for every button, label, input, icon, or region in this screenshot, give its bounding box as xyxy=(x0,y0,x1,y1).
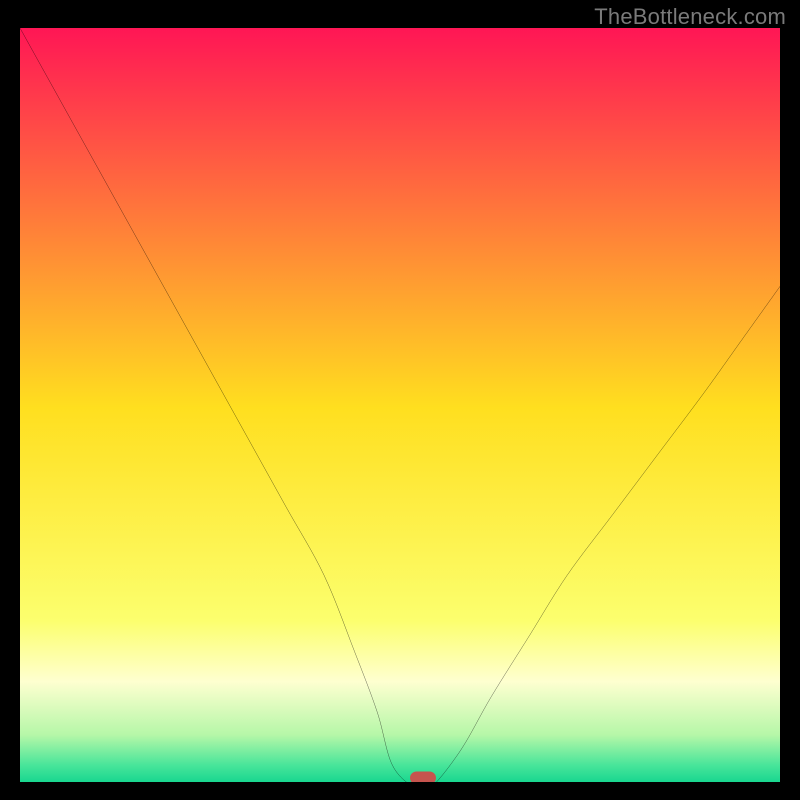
minimum-marker xyxy=(410,772,436,783)
bottleneck-curve xyxy=(20,28,780,782)
chart-frame: TheBottleneck.com xyxy=(0,0,800,800)
watermark-label: TheBottleneck.com xyxy=(594,4,786,30)
plot-area xyxy=(20,28,780,782)
